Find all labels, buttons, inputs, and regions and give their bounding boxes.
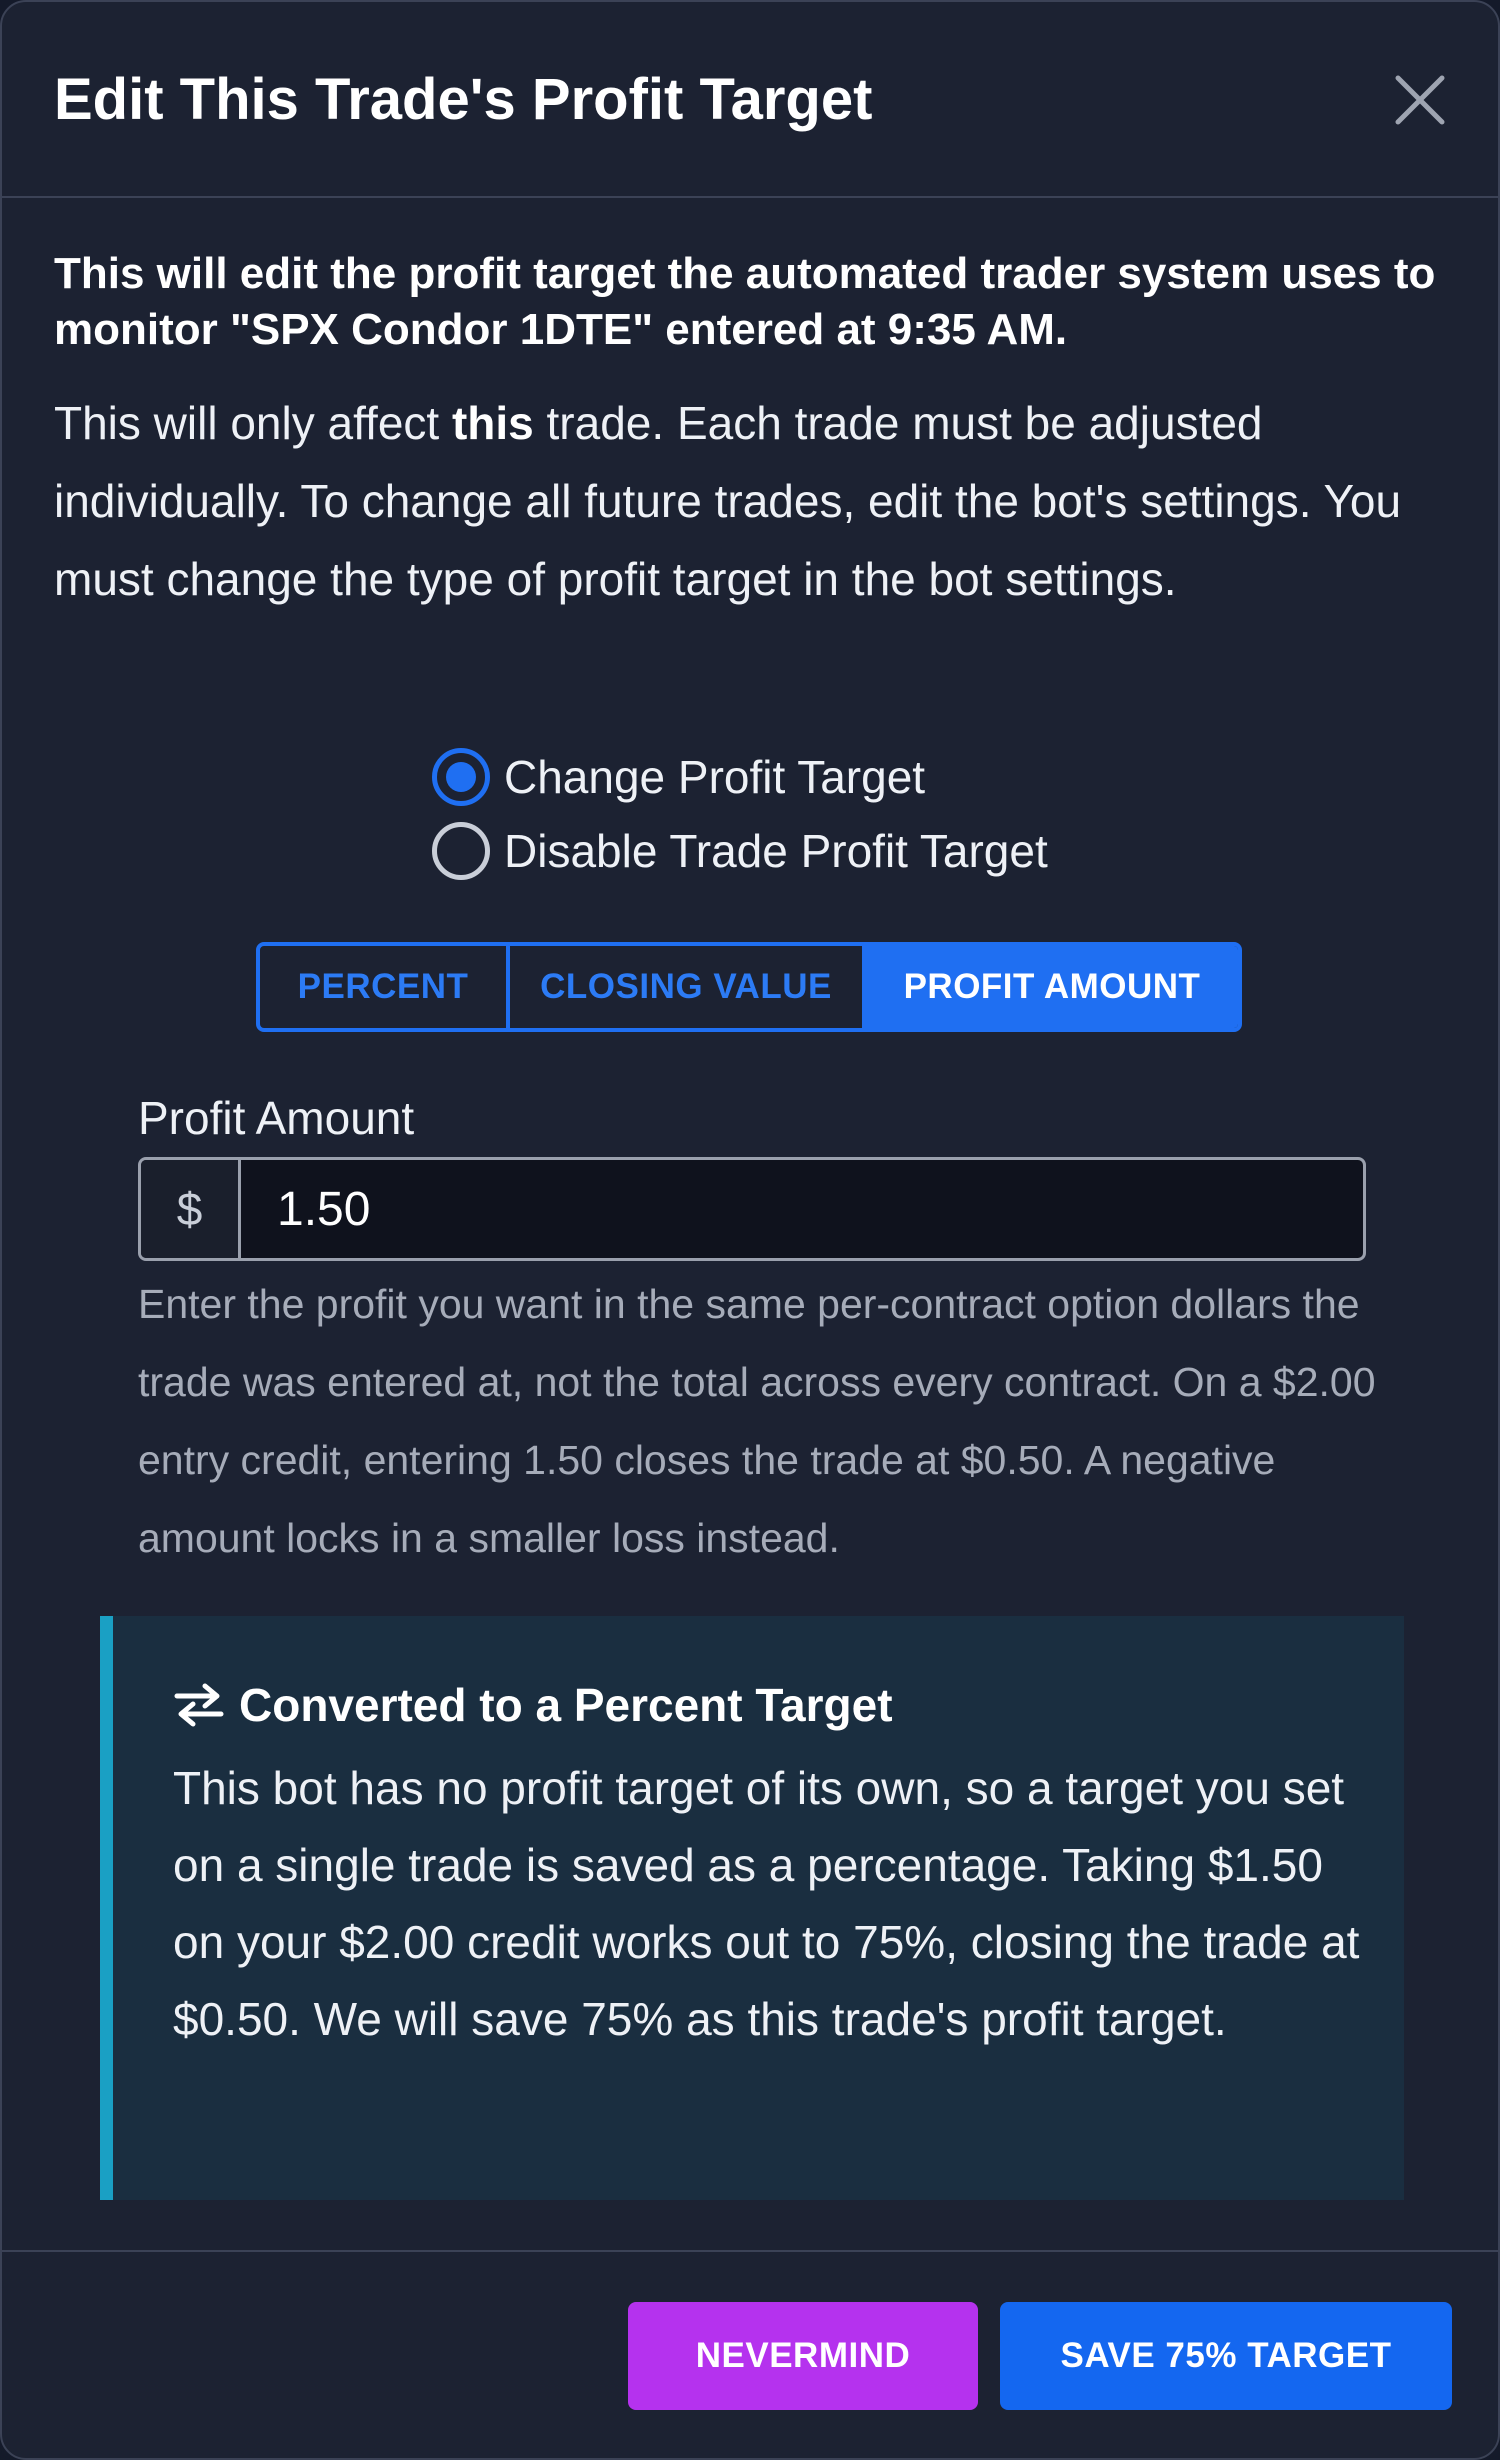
mode-radio-group: Change Profit Target Disable Trade Profi… [432, 740, 1048, 888]
close-icon [1395, 75, 1445, 125]
callout-title: Converted to a Percent Target [173, 1678, 893, 1732]
target-type-toggle: PERCENT CLOSING VALUE PROFIT AMOUNT [256, 942, 1242, 1032]
swap-arrows-icon [174, 1683, 224, 1727]
info-text: This will only affect this trade. Each t… [54, 384, 1454, 618]
radio-disable-profit-target[interactable]: Disable Trade Profit Target [432, 814, 1048, 888]
nevermind-button[interactable]: NEVERMIND [628, 2302, 978, 2410]
save-target-button[interactable]: SAVE 75% TARGET [1000, 2302, 1452, 2410]
radio-label: Change Profit Target [504, 751, 926, 803]
dialog-header: Edit This Trade's Profit Target [2, 2, 1498, 198]
callout-body: This bot has no profit target of its own… [173, 1762, 1360, 2045]
radio-change-profit-target[interactable]: Change Profit Target [432, 740, 1048, 814]
info-text-bold: this [451, 397, 534, 449]
close-button[interactable] [1390, 70, 1450, 130]
dialog-footer: NEVERMIND SAVE 75% TARGET [2, 2250, 1498, 2458]
info-text-start: This will only affect [54, 397, 452, 449]
callout-title-text: Converted to a Percent Target [239, 1679, 893, 1731]
tab-closing-value[interactable]: CLOSING VALUE [506, 946, 862, 1028]
profit-amount-input[interactable] [241, 1160, 1363, 1258]
percent-conversion-callout: Converted to a Percent Target This bot h… [100, 1616, 1404, 2200]
radio-dot [446, 762, 476, 792]
currency-prefix: $ [141, 1160, 241, 1258]
tab-percent[interactable]: PERCENT [260, 946, 506, 1028]
tab-profit-amount[interactable]: PROFIT AMOUNT [862, 946, 1238, 1028]
radio-button-unchecked[interactable] [432, 822, 490, 880]
radio-button-checked[interactable] [432, 748, 490, 806]
radio-label: Disable Trade Profit Target [504, 825, 1048, 877]
profit-amount-label: Profit Amount [138, 1092, 415, 1144]
dialog-title: Edit This Trade's Profit Target [54, 67, 873, 132]
profit-amount-input-group: $ [138, 1157, 1366, 1261]
lead-text: This will edit the profit target the aut… [54, 249, 1436, 354]
edit-profit-target-dialog: Edit This Trade's Profit Target This wil… [0, 0, 1500, 2460]
profit-amount-help: Enter the profit you want in the same pe… [138, 1281, 1376, 1561]
